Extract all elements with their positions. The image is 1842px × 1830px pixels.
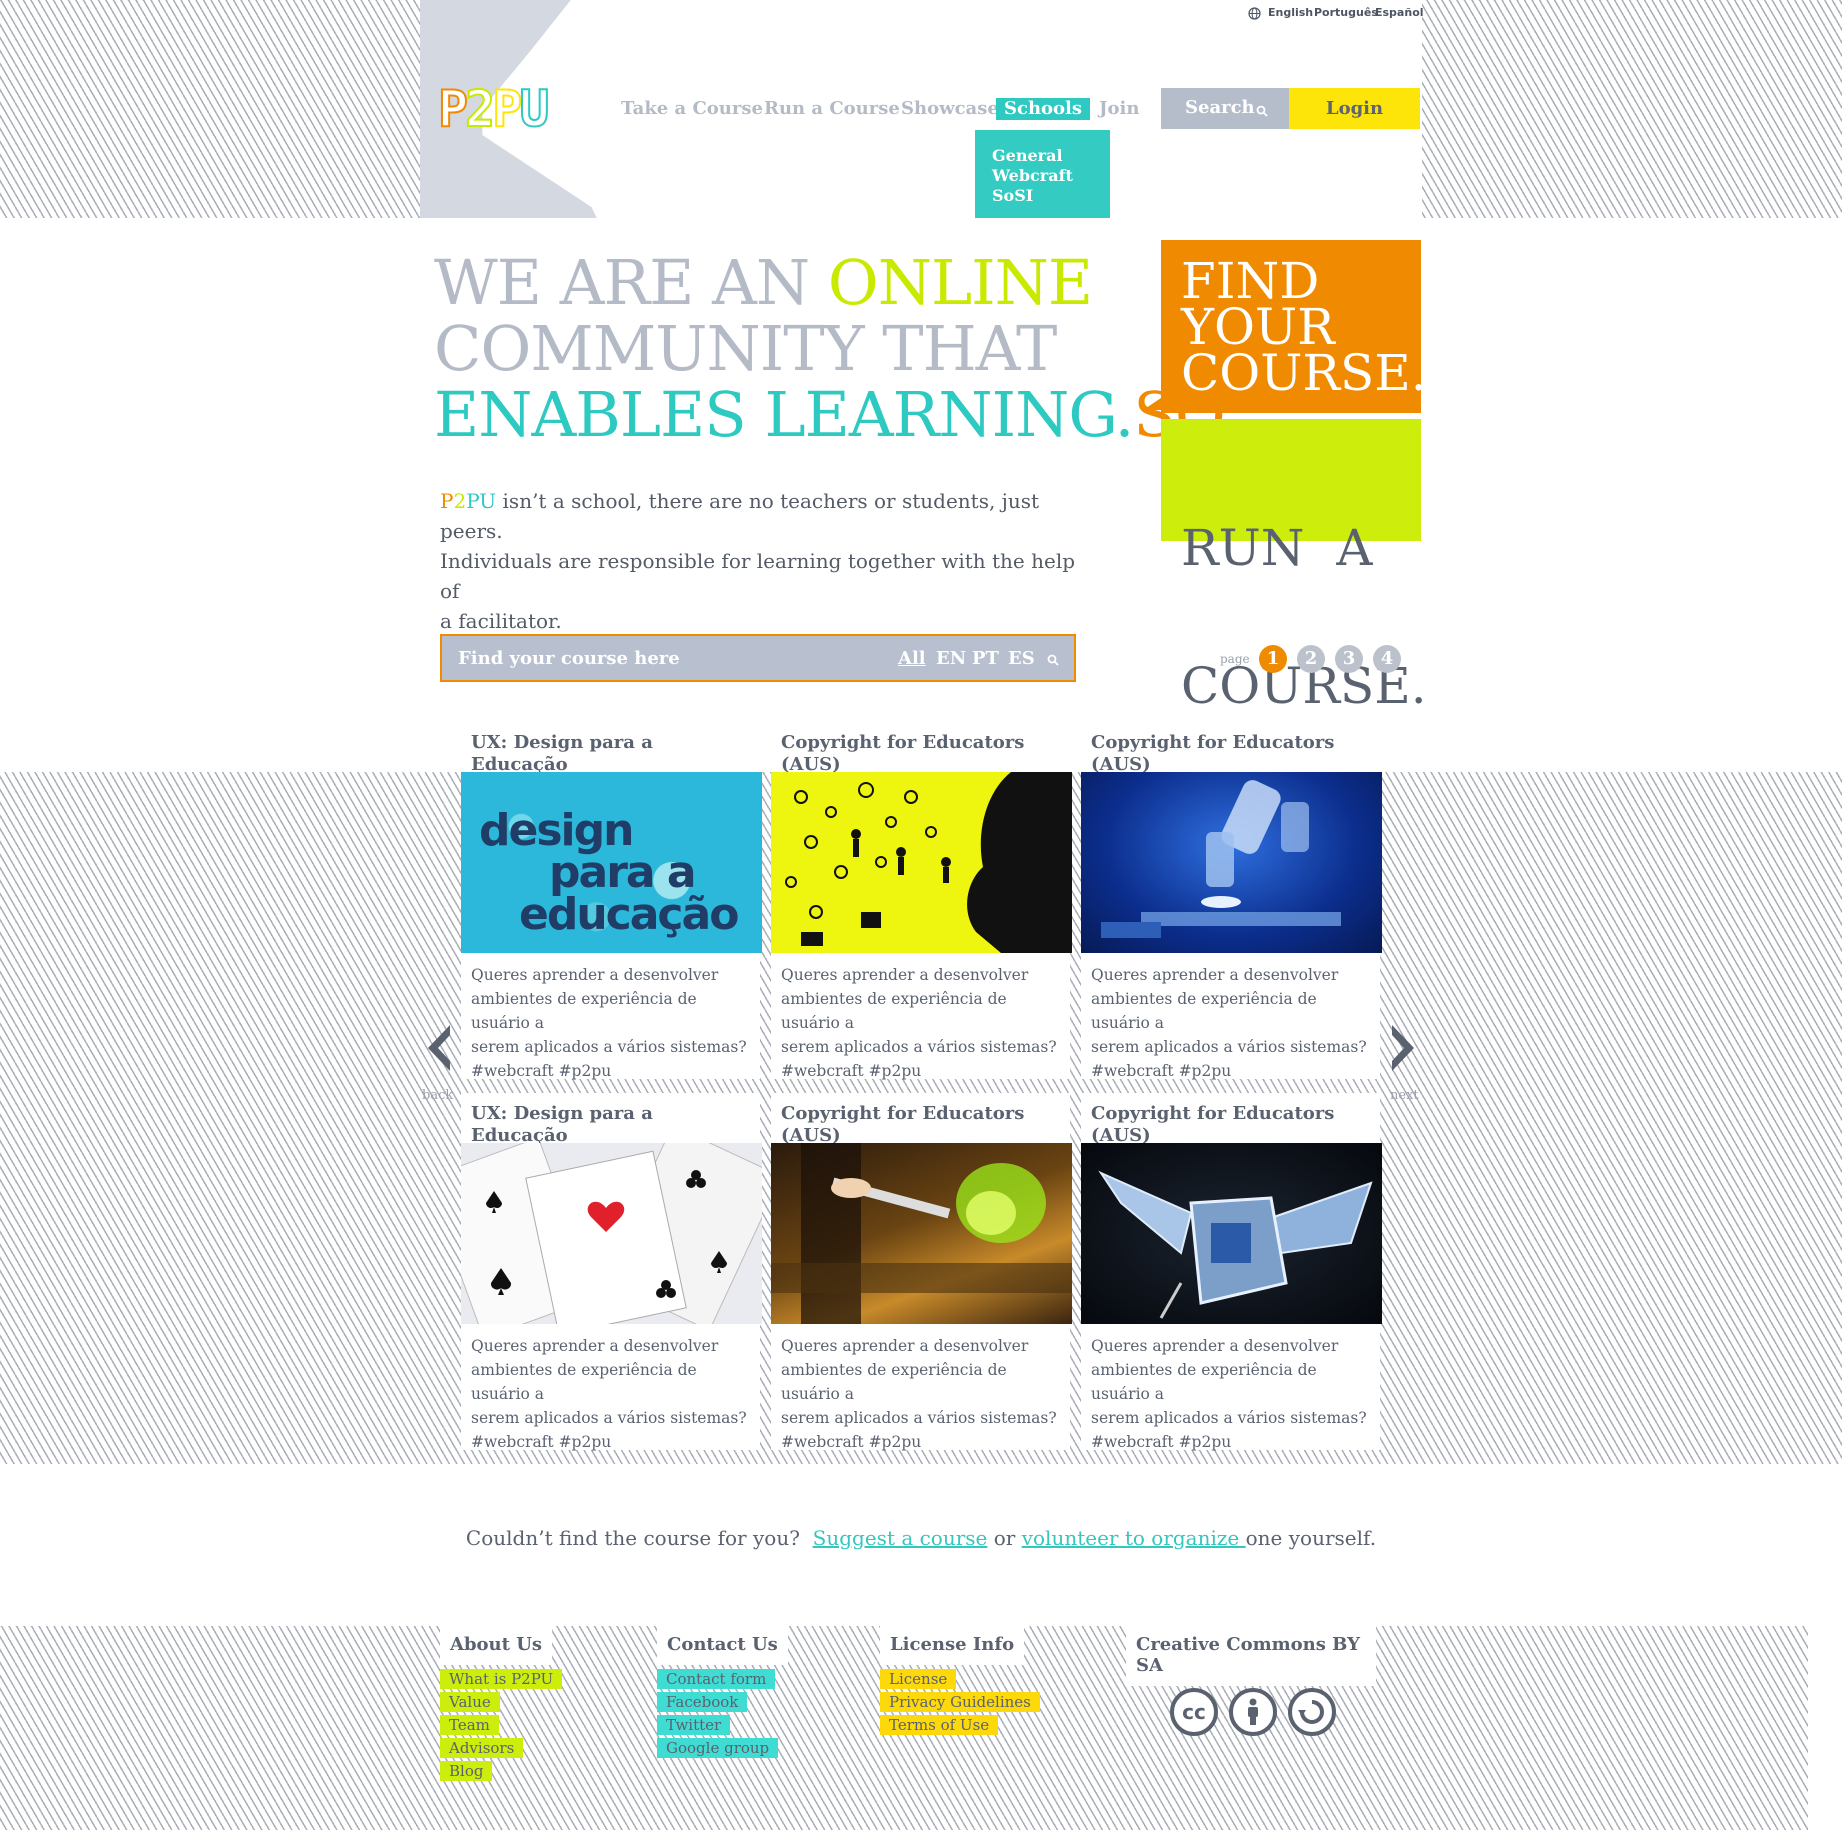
hero-headline: WE ARE AN ONLINE COMMUNITY THAT ENABLES …: [434, 246, 1226, 451]
course-title[interactable]: UX: Design para a Educação: [461, 722, 760, 775]
footer-license-title: License Info: [880, 1624, 1025, 1665]
course-card[interactable]: UX: Design para a Educação Queres aprend…: [461, 1093, 762, 1451]
footer-link-contact-form[interactable]: Contact form: [657, 1669, 776, 1689]
course-card[interactable]: Copyright for Educators (AUS) Queres apr…: [1081, 1093, 1382, 1451]
intro-brand: P2PU: [440, 489, 497, 513]
course-description: Queres aprender a desenvolver ambientes d…: [471, 966, 747, 1080]
course-description: Queres aprender a desenvolver ambientes d…: [471, 1337, 747, 1451]
course-description: Queres aprender a desenvolver ambientes d…: [781, 1337, 1057, 1451]
search-button-label: Search: [1185, 97, 1255, 118]
course-title[interactable]: Copyright for Educators (AUS): [771, 722, 1070, 775]
search-icon: [1256, 101, 1268, 122]
course-card[interactable]: Copyright for Educators (AUS) Queres apr…: [771, 722, 1072, 1080]
footer-link-license[interactable]: License: [880, 1669, 957, 1689]
nav-take-course[interactable]: Take a Course: [621, 98, 763, 119]
footer-cc-title: Creative Commons BY SA: [1126, 1624, 1376, 1686]
search-icon[interactable]: [1047, 651, 1059, 670]
chevron-right-icon: [1390, 1018, 1419, 1088]
course-image-cards[interactable]: [461, 1143, 762, 1324]
footer-link-team[interactable]: Team: [440, 1715, 499, 1735]
filter-pt[interactable]: PT: [972, 648, 999, 669]
volunteer-link[interactable]: volunteer to organize: [1022, 1526, 1246, 1550]
lang-portuguese[interactable]: Português: [1314, 6, 1378, 19]
footer-link-facebook[interactable]: Facebook: [657, 1692, 748, 1712]
find-box-tab: [1143, 398, 1161, 410]
schools-item-sosi[interactable]: SoSI: [992, 186, 1033, 205]
nav-join[interactable]: Join: [1099, 98, 1139, 119]
footer-contact: Contact Us Contact form Facebook Twitter…: [657, 1624, 827, 1758]
lang-spanish[interactable]: Español: [1375, 6, 1424, 19]
footer-link-what-is-p2pu[interactable]: What is P2PU: [440, 1669, 563, 1689]
chevron-left-icon: [422, 1018, 453, 1088]
nav-schools[interactable]: Schools: [996, 98, 1090, 120]
suggest-course-link[interactable]: Suggest a course: [813, 1526, 988, 1550]
course-title[interactable]: Copyright for Educators (AUS): [771, 1093, 1070, 1146]
footer-link-value[interactable]: Value: [440, 1692, 500, 1712]
course-title[interactable]: UX: Design para a Educação: [461, 1093, 760, 1146]
page-3[interactable]: 3: [1335, 645, 1363, 673]
course-title[interactable]: Copyright for Educators (AUS): [1081, 1093, 1380, 1146]
by-icon[interactable]: [1229, 1688, 1277, 1736]
course-image-satellite[interactable]: [1081, 1143, 1382, 1324]
course-card[interactable]: UX: Design para a Educação design para a…: [461, 722, 762, 1080]
nav-showcase[interactable]: Showcase: [901, 98, 999, 119]
search-button[interactable]: Search: [1161, 88, 1289, 129]
schools-item-webcraft[interactable]: Webcraft: [992, 166, 1073, 185]
footer-link-privacy[interactable]: Privacy Guidelines: [880, 1692, 1040, 1712]
course-card[interactable]: Copyright for Educators (AUS) Queres apr…: [1081, 722, 1382, 1080]
footer-cc: Creative Commons BY SA cc: [1126, 1624, 1376, 1736]
footer-license: License Info License Privacy Guidelines …: [880, 1624, 1070, 1735]
course-search-placeholder: Find your course here: [458, 648, 680, 669]
suggest-line: Couldn’t find the course for you? Sugges…: [465, 1526, 1377, 1550]
pagination-label: page: [1220, 652, 1250, 666]
page-2[interactable]: 2: [1297, 645, 1325, 673]
cc-icon[interactable]: cc: [1170, 1688, 1218, 1736]
carousel-next[interactable]: next: [1390, 1018, 1419, 1103]
p2pu-logo[interactable]: P2PU: [437, 79, 550, 139]
intro-text: P2PU isn’t a school, there are no teache…: [440, 489, 1076, 633]
schools-item-general[interactable]: General: [992, 146, 1063, 165]
lang-english[interactable]: English: [1268, 6, 1313, 19]
footer-link-terms[interactable]: Terms of Use: [880, 1715, 999, 1735]
nav-run-course[interactable]: Run a Course: [764, 98, 900, 119]
course-search-input[interactable]: Find your course here All EN PT ES: [440, 634, 1076, 682]
course-image-copyright[interactable]: [771, 772, 1072, 953]
run-course-button[interactable]: RUN A COURSE.: [1161, 419, 1427, 711]
course-description: Queres aprender a desenvolver ambientes d…: [1091, 1337, 1367, 1451]
course-card[interactable]: Copyright for Educators (AUS) Queres apr…: [771, 1093, 1072, 1451]
sa-icon[interactable]: [1288, 1688, 1336, 1736]
find-course-button[interactable]: FIND YOUR COURSE.: [1143, 240, 1427, 413]
login-button[interactable]: Login: [1289, 88, 1420, 129]
course-image-design[interactable]: design para a educação: [461, 772, 762, 953]
course-title[interactable]: Copyright for Educators (AUS): [1081, 722, 1380, 775]
globe-icon: [1248, 5, 1261, 24]
course-description: Queres aprender a desenvolver ambientes d…: [781, 966, 1057, 1080]
footer-link-advisors[interactable]: Advisors: [440, 1738, 524, 1758]
filter-en[interactable]: EN: [936, 648, 966, 669]
footer-contact-title: Contact Us: [657, 1624, 788, 1665]
footer-link-twitter[interactable]: Twitter: [657, 1715, 731, 1735]
carousel-back[interactable]: back: [422, 1018, 453, 1103]
footer-link-blog[interactable]: Blog: [440, 1761, 493, 1781]
footer-link-google-group[interactable]: Google group: [657, 1738, 779, 1758]
filter-all[interactable]: All: [898, 648, 926, 669]
footer-about-title: About Us: [440, 1624, 553, 1665]
filter-es[interactable]: ES: [1008, 648, 1035, 669]
course-image-cooking[interactable]: [771, 1143, 1072, 1324]
course-image-microscope[interactable]: [1081, 772, 1382, 953]
page-4[interactable]: 4: [1373, 645, 1401, 673]
course-description: Queres aprender a desenvolver ambientes d…: [1091, 966, 1367, 1080]
page-1[interactable]: 1: [1259, 645, 1287, 673]
footer-about: About Us What is P2PU Value Team Advisor…: [440, 1624, 590, 1781]
